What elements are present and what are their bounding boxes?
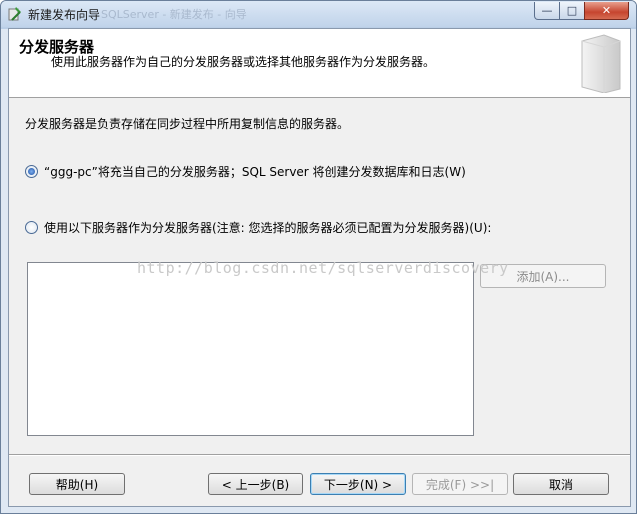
maximize-button[interactable]: □ (559, 2, 585, 20)
option-other-distributor-label: 使用以下服务器作为分发服务器(注意: 您选择的服务器必须已配置为分发服务器)(U… (44, 221, 492, 235)
maximize-icon: □ (566, 4, 578, 17)
option-self-distributor[interactable]: “ggg-pc”将充当自己的分发服务器；SQL Server 将创建分发数据库和… (25, 163, 466, 180)
radio-other-distributor[interactable] (25, 221, 38, 234)
page-subtitle: 使用此服务器作为自己的分发服务器或选择其他服务器作为分发服务器。 (51, 55, 436, 69)
back-button[interactable]: < 上一步(B) (208, 473, 303, 495)
window-title: 新建发布向导 (28, 8, 101, 22)
minimize-icon: — (541, 4, 553, 17)
close-icon: ✕ (601, 4, 612, 17)
minimize-button[interactable]: — (534, 2, 560, 20)
finish-button[interactable]: 完成(F) >>| (412, 473, 508, 495)
watermark-text: http://blog.csdn.net/sqlserverdiscovery (137, 259, 509, 277)
footer-divider (9, 454, 630, 456)
wizard-window: 新建发布向导 SQLServer - 新建发布 - 向导 — □ ✕ 分发服务器… (0, 0, 637, 514)
description-text: 分发服务器是负责存储在同步过程中所用复制信息的服务器。 (25, 117, 350, 131)
server-icon (581, 34, 621, 93)
next-button[interactable]: 下一步(N) > (310, 473, 406, 495)
close-button[interactable]: ✕ (584, 2, 629, 20)
wizard-header: 分发服务器 使用此服务器作为自己的分发服务器或选择其他服务器作为分发服务器。 (9, 29, 630, 98)
cancel-button[interactable]: 取消 (513, 473, 609, 495)
radio-self-distributor[interactable] (25, 165, 38, 178)
option-self-distributor-label: “ggg-pc”将充当自己的分发服务器；SQL Server 将创建分发数据库和… (44, 165, 466, 179)
window-title-blurred: SQLServer - 新建发布 - 向导 (101, 8, 247, 21)
title-bar[interactable]: 新建发布向导 SQLServer - 新建发布 - 向导 — □ ✕ (1, 1, 636, 27)
wizard-content: 分发服务器 使用此服务器作为自己的分发服务器或选择其他服务器作为分发服务器。 分… (8, 28, 631, 507)
distributor-server-list[interactable] (27, 262, 474, 436)
wizard-app-icon (8, 7, 21, 21)
option-other-distributor[interactable]: 使用以下服务器作为分发服务器(注意: 您选择的服务器必须已配置为分发服务器)(U… (25, 219, 491, 236)
help-button[interactable]: 帮助(H) (29, 473, 125, 495)
